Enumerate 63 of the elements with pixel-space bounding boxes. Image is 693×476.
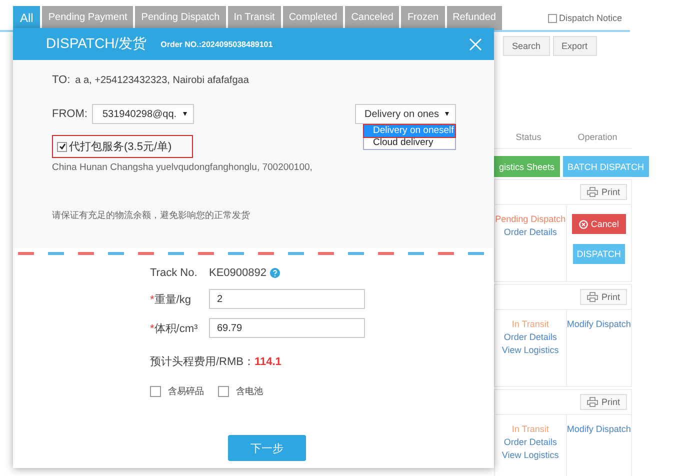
status-tab[interactable]: All	[13, 6, 40, 30]
weight-field[interactable]: 2	[209, 289, 365, 309]
order-status: Pending Dispatch	[495, 214, 566, 224]
printer-icon	[587, 292, 598, 302]
field-label: *体积/cm³	[150, 322, 199, 336]
status-tab[interactable]: Frozen	[401, 6, 445, 30]
delivery-select[interactable]: Delivery on ones	[354, 104, 456, 124]
toolbar-button[interactable]: Export	[552, 36, 597, 56]
print-button[interactable]: Print	[580, 289, 627, 305]
order-status: In Transit	[512, 319, 549, 329]
dispatch-button[interactable]: DISPATCH	[572, 244, 625, 264]
order-status: In Transit	[512, 424, 549, 434]
status-tab[interactable]: Pending Payment	[42, 6, 134, 30]
column-header: Operation	[576, 132, 618, 142]
packing-checkbox[interactable]	[57, 142, 67, 152]
status-tab[interactable]: In Transit	[228, 6, 281, 30]
track-number: KE0900892	[209, 267, 266, 279]
print-button[interactable]: Print	[580, 184, 627, 200]
from-label: FROM:	[52, 108, 88, 120]
balance-notice: 请保证有充足的物流余额，避免影响您的正常发货	[52, 209, 251, 222]
print-button[interactable]: Print	[580, 394, 627, 410]
batch-dispatch-button[interactable]: BATCH DISPATCH	[562, 156, 650, 177]
option-label: 含易碎品	[168, 385, 204, 398]
cancel-button[interactable]: Cancel	[572, 214, 626, 234]
printer-icon	[587, 187, 598, 197]
dispatch-notice-label: Dispatch Notice	[558, 13, 622, 23]
column-header: Status	[514, 132, 542, 142]
order-link[interactable]: Order Details	[504, 332, 557, 342]
track-label: Track No.	[150, 267, 198, 279]
status-tab[interactable]: Refunded	[446, 6, 502, 30]
order-link[interactable]: View Logistics	[502, 450, 559, 460]
option-checkbox[interactable]	[150, 386, 161, 397]
toolbar-button[interactable]: Search	[503, 36, 550, 56]
delivery-option[interactable]: Cloud delivery	[364, 137, 455, 149]
logistics-sheets-button[interactable]: gistics Sheets	[494, 156, 560, 177]
packing-service-label: 代打包服务(3.5元/单)	[69, 140, 172, 154]
order-link[interactable]: View Logistics	[502, 345, 559, 355]
sender-address: China Hunan Changsha yuelvqudongfanghonglu, 700200100,	[52, 162, 312, 173]
cost-value: 114.1	[254, 356, 282, 368]
help-icon[interactable]	[270, 268, 280, 278]
delivery-option[interactable]: Delivery on oneself	[364, 125, 455, 137]
volume-field[interactable]: 69.79	[209, 318, 365, 338]
order-link[interactable]: Order Details	[504, 227, 557, 237]
next-step-button[interactable]: 下一步	[228, 435, 306, 461]
close-icon[interactable]	[469, 38, 482, 50]
recipient-address: a a, +254123432323, Nairobi afafafgaa	[75, 75, 249, 86]
status-tab[interactable]: Completed	[282, 6, 344, 30]
option-checkbox[interactable]	[218, 386, 229, 397]
printer-icon	[587, 397, 598, 407]
cost-label: 预计头程费用/RMB：	[150, 355, 254, 369]
order-number: Order NO.:2024095038489101	[160, 40, 273, 48]
dispatch-notice-checkbox[interactable]	[548, 14, 557, 22]
status-tab[interactable]: Pending Dispatch	[135, 6, 226, 30]
modify-dispatch-link[interactable]: Modify Dispatch	[566, 424, 631, 434]
cancel-icon	[578, 220, 588, 228]
sender-select[interactable]: 531940298@qq.	[92, 104, 194, 124]
dialog-title: DISPATCH/发货	[46, 35, 147, 53]
status-tab[interactable]: Canceled	[345, 6, 400, 30]
field-label: *重量/kg	[150, 292, 192, 306]
order-link[interactable]: Order Details	[504, 437, 557, 447]
to-label: TO:	[52, 74, 70, 86]
modify-dispatch-link[interactable]: Modify Dispatch	[566, 319, 631, 329]
option-label: 含电池	[236, 385, 263, 398]
